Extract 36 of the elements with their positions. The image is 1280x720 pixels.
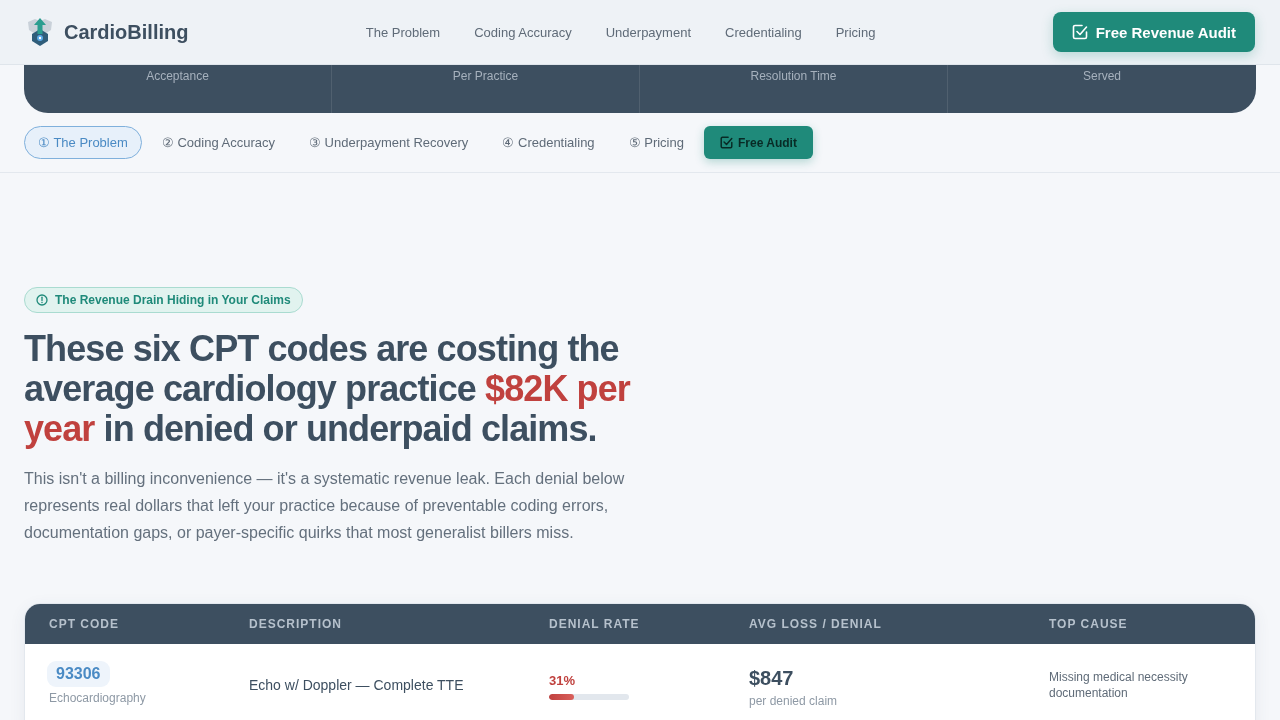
free-audit-button[interactable]: Free Revenue Audit <box>1052 12 1255 52</box>
column-header: AVG LOSS / DENIAL <box>748 617 883 631</box>
nav-link[interactable]: The Problem <box>365 24 441 40</box>
check-square-icon <box>720 136 733 149</box>
cpt-code: 93306 <box>47 661 110 687</box>
column-header: DENIAL RATE <box>548 617 641 631</box>
section-tab[interactable]: ① The Problem <box>24 126 142 159</box>
nav-link[interactable]: Coding Accuracy <box>474 24 572 40</box>
nav-link[interactable]: Credentialing <box>725 24 802 40</box>
stat-label: Served <box>1083 69 1121 83</box>
logo-icon <box>26 17 54 47</box>
check-square-icon <box>1071 24 1088 40</box>
code-description: Echo w/ Doppler — Complete TTE <box>249 676 464 693</box>
hero-heading: These six CPT codes are costing the average cardiology practice $82K per year in denied or underpaid claims. <box>24 329 632 449</box>
hero-paragraph: This isn't a billing inconvenience — it's a systematic revenue leak. Each denial below represents real dollars that left your practice because of preventable coding errors, documentation gaps, or payer-specific quirks that most generalist billers miss. <box>24 469 626 543</box>
stat-label: Resolution Time <box>750 69 837 83</box>
column-header: TOP CAUSE <box>1048 617 1129 631</box>
nav-link[interactable]: Pricing <box>835 24 876 40</box>
column-header: CPT CODE <box>48 617 120 631</box>
code-category: Echocardiography <box>49 691 146 705</box>
exclamation-circle-icon <box>36 294 48 306</box>
stat-label: Acceptance <box>146 69 209 83</box>
nav-link[interactable]: Underpayment <box>605 24 691 40</box>
denial-rate: 31% <box>549 673 576 688</box>
loss-note: per denied claim <box>749 694 838 708</box>
section-tab[interactable]: ③ Underpayment Recovery <box>294 126 483 159</box>
section-tab[interactable]: ④ Credentialing <box>488 126 609 159</box>
section-tab[interactable]: ② Coding Accuracy <box>147 126 289 159</box>
avg-loss: $847 <box>749 667 794 690</box>
brand-name[interactable]: CardioBilling <box>64 20 189 44</box>
top-cause: Missing medical necessity documentation <box>1049 668 1189 701</box>
badge-text: The Revenue Drain Hiding in Your Claims <box>55 293 291 307</box>
column-header: DESCRIPTION <box>248 617 343 631</box>
free-audit-button[interactable]: Free Audit <box>703 126 813 159</box>
section-tab[interactable]: ⑤ Pricing <box>614 126 698 159</box>
stat-label: Per Practice <box>452 69 519 83</box>
